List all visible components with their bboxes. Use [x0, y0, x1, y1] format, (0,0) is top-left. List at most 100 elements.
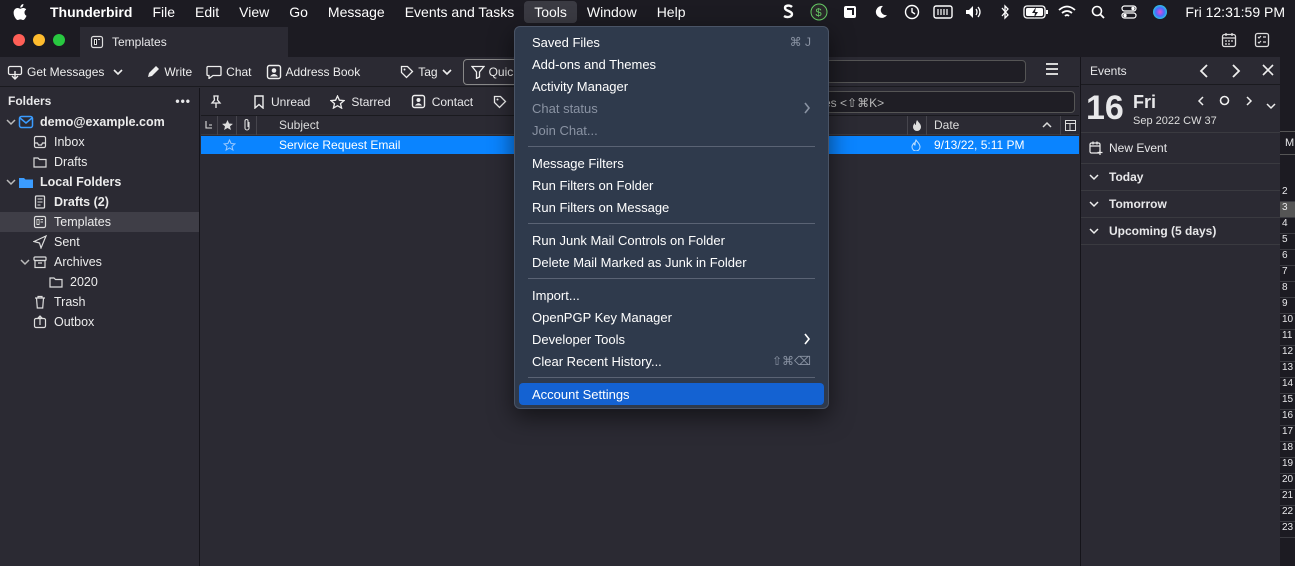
calendar-day-cell[interactable]: 5: [1280, 234, 1295, 250]
section-upcoming[interactable]: Upcoming (5 days): [1081, 218, 1280, 245]
battery-icon[interactable]: [1020, 0, 1051, 24]
calendar-day-cell[interactable]: 10: [1280, 314, 1295, 330]
menu-window[interactable]: Window: [577, 1, 647, 23]
wifi-icon[interactable]: [1051, 0, 1082, 24]
calendar-day-cell[interactable]: 11: [1280, 330, 1295, 346]
next-day-icon[interactable]: [1245, 96, 1253, 106]
menu-item-add-ons-and-themes[interactable]: Add-ons and Themes: [519, 53, 824, 75]
get-messages-dropdown[interactable]: [111, 59, 129, 85]
calendar-day-cell[interactable]: 21: [1280, 490, 1295, 506]
section-tomorrow[interactable]: Tomorrow: [1081, 191, 1280, 218]
menu-item-activity-manager[interactable]: Activity Manager: [519, 75, 824, 97]
menu-edit[interactable]: Edit: [185, 1, 229, 23]
calendar-day-cell[interactable]: 8: [1280, 282, 1295, 298]
unread-filter-button[interactable]: Unread: [243, 90, 320, 114]
today-circle-icon[interactable]: [1219, 95, 1230, 106]
chevron-down-icon[interactable]: [4, 178, 18, 186]
calendar-day-cell[interactable]: 9: [1280, 298, 1295, 314]
calendar-day-cell[interactable]: 4: [1280, 218, 1295, 234]
volume-icon[interactable]: [958, 0, 989, 24]
folder-drafts[interactable]: Drafts: [0, 152, 199, 172]
menu-file[interactable]: File: [142, 1, 185, 23]
chevron-down-icon[interactable]: [18, 258, 32, 266]
column-picker-button[interactable]: [1062, 116, 1079, 135]
star-column-header[interactable]: [218, 115, 237, 135]
quick-filter-search-input[interactable]: es <⇧⌘K>: [815, 91, 1075, 113]
menu-events-and-tasks[interactable]: Events and Tasks: [395, 1, 524, 23]
menu-item-developer-tools[interactable]: Developer Tools: [519, 328, 824, 350]
tab-templates[interactable]: Templates: [80, 27, 288, 57]
calendar-day-cell[interactable]: 3: [1280, 202, 1295, 218]
address-book-button[interactable]: Address Book: [259, 59, 368, 85]
app-menu-icon[interactable]: [1044, 62, 1060, 76]
sticky-filter-pin[interactable]: [201, 90, 233, 114]
write-button[interactable]: Write: [139, 59, 199, 85]
calendar-day-cell[interactable]: 17: [1280, 426, 1295, 442]
menu-item-saved-files[interactable]: Saved Files ⌘ J: [519, 31, 824, 53]
folder-trash[interactable]: Trash: [0, 292, 199, 312]
calendar-day-cell[interactable]: 14: [1280, 378, 1295, 394]
junk-status-icon[interactable]: [911, 139, 921, 151]
get-messages-button[interactable]: Get Messages: [0, 59, 111, 85]
tasks-tab-icon[interactable]: [1254, 32, 1270, 48]
folder-inbox[interactable]: Inbox: [0, 132, 199, 152]
zoom-window-button[interactable]: [53, 34, 65, 46]
tags-filter-button[interactable]: [483, 90, 517, 114]
chevron-down-icon[interactable]: [4, 118, 18, 126]
control-center-icon[interactable]: [1113, 0, 1144, 24]
folder-local-folders[interactable]: Local Folders: [0, 172, 199, 192]
menu-item-run-filters-on-message[interactable]: Run Filters on Message: [519, 196, 824, 218]
star-icon[interactable]: [223, 139, 236, 151]
calendar-day-cell[interactable]: 16: [1280, 410, 1295, 426]
menu-item-run-filters-on-folder[interactable]: Run Filters on Folder: [519, 174, 824, 196]
calendar-day-cell[interactable]: 15: [1280, 394, 1295, 410]
dollar-icon[interactable]: $: [803, 0, 834, 24]
starred-filter-button[interactable]: Starred: [320, 90, 400, 114]
calendar-day-cell[interactable]: 13: [1280, 362, 1295, 378]
siri-icon[interactable]: [1144, 0, 1175, 24]
calendar-day-cell[interactable]: 23: [1280, 522, 1295, 538]
calendar-day-cell[interactable]: 18: [1280, 442, 1295, 458]
calendar-day-cell[interactable]: 20: [1280, 474, 1295, 490]
menu-go[interactable]: Go: [279, 1, 318, 23]
calendar-day-cell[interactable]: 19: [1280, 458, 1295, 474]
close-icon[interactable]: [1262, 64, 1274, 76]
folder-archives[interactable]: Archives: [0, 252, 199, 272]
time-machine-icon[interactable]: [896, 0, 927, 24]
menu-item-message-filters[interactable]: Message Filters: [519, 152, 824, 174]
close-window-button[interactable]: [13, 34, 25, 46]
junk-column-header[interactable]: [907, 115, 927, 135]
folder-options-button[interactable]: •••: [175, 94, 191, 108]
section-today[interactable]: Today: [1081, 164, 1280, 191]
apple-icon[interactable]: [0, 4, 40, 20]
menu-view[interactable]: View: [229, 1, 279, 23]
chat-button[interactable]: Chat: [199, 59, 258, 85]
date-column-header[interactable]: Date: [928, 115, 1061, 135]
menu-message[interactable]: Message: [318, 1, 395, 23]
global-search-input[interactable]: [822, 60, 1026, 83]
minimize-window-button[interactable]: [33, 34, 45, 46]
attachment-column-header[interactable]: [237, 115, 257, 135]
night-shift-icon[interactable]: [865, 0, 896, 24]
folder-sent[interactable]: Sent: [0, 232, 199, 252]
calendar-day-cell[interactable]: 6: [1280, 250, 1295, 266]
keyboard-icon[interactable]: [927, 0, 958, 24]
menu-tools[interactable]: Tools: [524, 1, 577, 23]
menu-item-openpgp-key-manager[interactable]: OpenPGP Key Manager: [519, 306, 824, 328]
folder-outbox[interactable]: Outbox: [0, 312, 199, 332]
previous-day-icon[interactable]: [1197, 96, 1205, 106]
spotlight-icon[interactable]: [1082, 0, 1113, 24]
thread-column-header[interactable]: [201, 115, 218, 135]
menu-help[interactable]: Help: [647, 1, 696, 23]
previous-arrow-icon[interactable]: [1199, 64, 1209, 78]
calendar-tab-icon[interactable]: [1221, 32, 1237, 48]
menu-item-run-junk-mail-controls-on-folder[interactable]: Run Junk Mail Controls on Folder: [519, 229, 824, 251]
tag-button[interactable]: Tag: [393, 59, 458, 85]
next-arrow-icon[interactable]: [1231, 64, 1241, 78]
menubar-clock[interactable]: Fri 12:31:59 PM: [1185, 4, 1285, 20]
folder-templates[interactable]: Templates: [0, 212, 199, 232]
folder-local-drafts[interactable]: Drafts (2): [0, 192, 199, 212]
calendar-day-cell[interactable]: 12: [1280, 346, 1295, 362]
scrivener-icon[interactable]: [772, 0, 803, 24]
menu-item-import[interactable]: Import...: [519, 284, 824, 306]
